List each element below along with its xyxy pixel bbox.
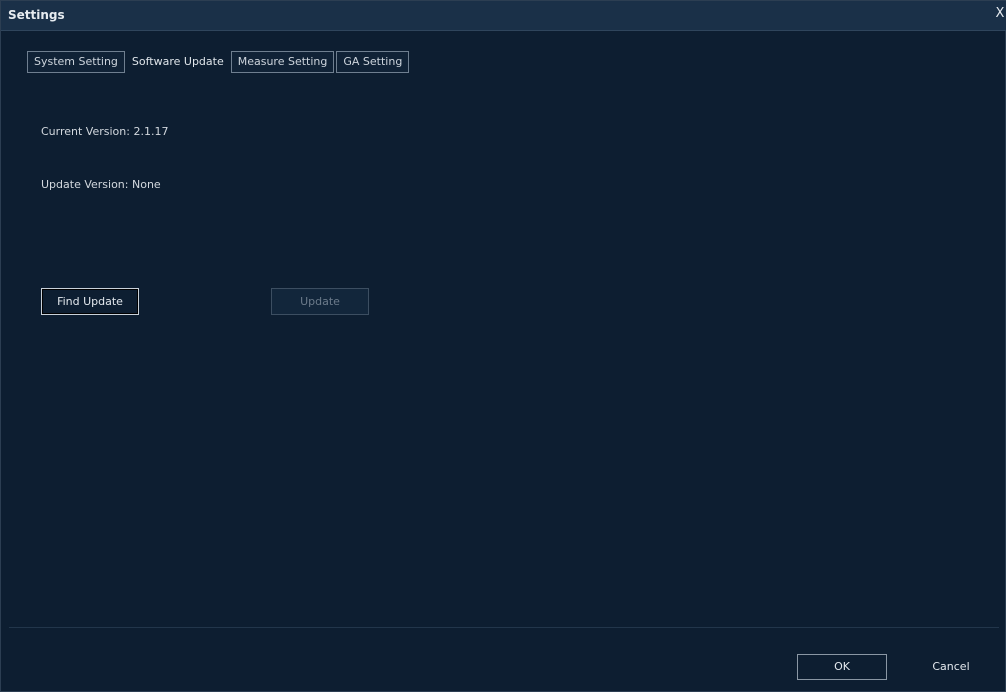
current-version-text: Current Version: 2.1.17 <box>41 125 169 138</box>
tab-bar: System Setting Software Update Measure S… <box>27 51 411 73</box>
tab-software-update[interactable]: Software Update <box>126 51 229 73</box>
update-version-text: Update Version: None <box>41 178 161 191</box>
cancel-button[interactable]: Cancel <box>906 654 996 680</box>
window-title: Settings <box>8 8 65 22</box>
ok-button[interactable]: OK <box>797 654 887 680</box>
tab-measure-setting[interactable]: Measure Setting <box>230 51 335 73</box>
close-button[interactable]: X <box>993 5 1006 23</box>
find-update-button[interactable]: Find Update <box>41 288 139 315</box>
tab-system-setting[interactable]: System Setting <box>27 51 125 73</box>
footer-divider <box>9 627 999 628</box>
settings-dialog: Settings X System Setting Software Updat… <box>0 0 1006 692</box>
update-button[interactable]: Update <box>271 288 369 315</box>
title-bar[interactable]: Settings X <box>1 1 1006 31</box>
tab-ga-setting[interactable]: GA Setting <box>336 51 410 73</box>
